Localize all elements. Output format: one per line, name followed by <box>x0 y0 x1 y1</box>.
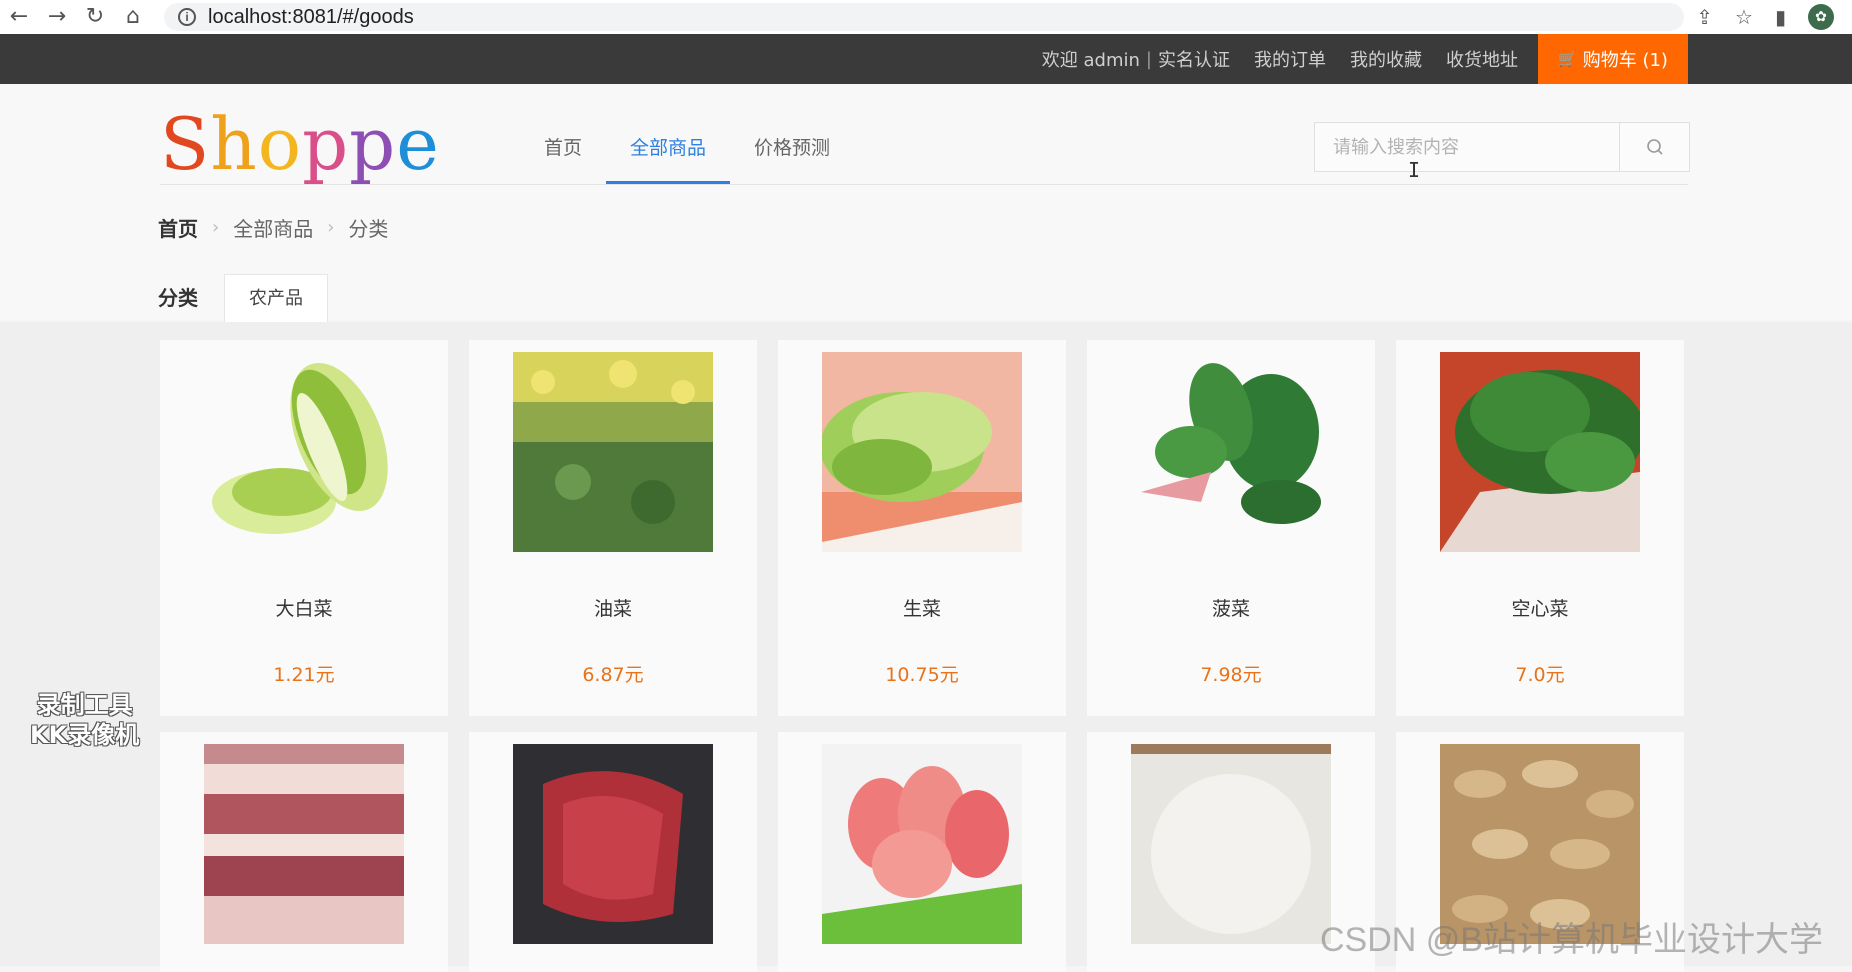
topbar-links: 欢迎 admin | 实名认证 我的订单 我的收藏 收货地址 <box>1042 34 1518 84</box>
recorder-watermark-line1: 录制工具 <box>36 691 133 719</box>
profile-avatar[interactable]: ✿ <box>1808 4 1834 30</box>
favorites-link[interactable]: 我的收藏 <box>1350 46 1422 72</box>
product-name[interactable]: 大白菜 <box>160 594 448 621</box>
share-icon[interactable]: ⇪ <box>1696 5 1713 29</box>
topbar-separator: | <box>1145 48 1152 70</box>
product-card[interactable]: 大白菜 1.21元 <box>160 340 448 716</box>
product-card[interactable]: 空心菜 7.0元 <box>1396 340 1684 716</box>
home-icon[interactable]: ⌂ <box>114 0 152 34</box>
product-name[interactable]: 菠菜 <box>1087 594 1375 621</box>
forward-icon[interactable]: → <box>38 0 76 34</box>
site-info-icon[interactable]: i <box>178 8 196 26</box>
product-image-sliced-lamb <box>822 744 1022 944</box>
category-label: 分类 <box>158 286 198 310</box>
cart-icon: 🛒 <box>1558 50 1577 68</box>
reload-icon[interactable]: ↻ <box>76 0 114 34</box>
shoppe-logo[interactable]: Shoppe <box>160 102 440 186</box>
side-panel-icon[interactable]: ▮ <box>1775 5 1786 29</box>
product-image-lettuce <box>822 352 1022 552</box>
product-card[interactable]: 油菜 6.87元 <box>469 340 757 716</box>
browser-toolbar: ← → ↻ ⌂ i localhost:8081/#/goods ⇪ ☆ ▮ ✿ <box>0 0 1852 34</box>
verify-link[interactable]: 实名认证 <box>1158 46 1230 72</box>
product-card[interactable] <box>160 732 448 972</box>
logo-letter: S <box>160 102 211 186</box>
nav-home[interactable]: 首页 <box>520 112 606 184</box>
orders-link[interactable]: 我的订单 <box>1254 46 1326 72</box>
product-price: 7.98元 <box>1200 664 1262 686</box>
category-filter: 分类 农产品 <box>158 274 328 322</box>
search-input[interactable] <box>1315 123 1619 171</box>
product-card[interactable] <box>469 732 757 972</box>
product-image-rapeseed-field <box>513 352 713 552</box>
product-name[interactable]: 生菜 <box>778 594 1066 621</box>
bookmark-star-icon[interactable]: ☆ <box>1735 5 1753 29</box>
csdn-watermark: CSDN @B站计算机毕业设计大学 <box>1320 921 1823 959</box>
search-icon <box>1646 139 1663 155</box>
product-image-pork-belly <box>204 744 404 944</box>
search-box <box>1314 122 1690 172</box>
product-card[interactable]: 生菜 10.75元 <box>778 340 1066 716</box>
address-link[interactable]: 收货地址 <box>1446 46 1518 72</box>
logo-letter: o <box>257 102 303 186</box>
category-chip-agricultural[interactable]: 农产品 <box>224 274 328 322</box>
chevron-right-icon: › <box>327 217 335 238</box>
logo-letter: p <box>302 102 350 186</box>
recorder-watermark-line2: KK录像机 <box>30 721 140 749</box>
main-nav: 首页 全部商品 价格预测 <box>520 112 854 184</box>
product-card[interactable] <box>778 732 1066 972</box>
header-divider <box>160 184 1688 185</box>
breadcrumb-category: 分类 <box>348 217 389 241</box>
text-cursor-icon: I <box>1408 158 1421 182</box>
product-price: 7.0元 <box>1515 664 1565 686</box>
product-name[interactable]: 空心菜 <box>1396 594 1684 621</box>
address-bar[interactable]: i localhost:8081/#/goods <box>164 3 1684 31</box>
nav-price-forecast[interactable]: 价格预测 <box>730 112 854 184</box>
browser-actions: ⇪ ☆ ▮ ✿ <box>1696 4 1852 30</box>
chevron-right-icon: › <box>212 217 220 238</box>
cart-button[interactable]: 🛒 购物车 (1) <box>1538 34 1688 84</box>
recorder-watermark: 录制工具 KK录像机 <box>30 690 139 750</box>
product-image-water-spinach <box>1440 352 1640 552</box>
product-card[interactable]: 菠菜 7.98元 <box>1087 340 1375 716</box>
breadcrumb-all-goods[interactable]: 全部商品 <box>233 213 313 242</box>
product-image-spinach <box>1131 352 1331 552</box>
back-icon[interactable]: ← <box>0 0 38 34</box>
search-button[interactable] <box>1619 123 1689 171</box>
cart-label: 购物车 (1) <box>1582 50 1668 71</box>
product-price: 10.75元 <box>885 664 959 686</box>
breadcrumb-home[interactable]: 首页 <box>158 213 198 242</box>
product-name[interactable]: 油菜 <box>469 594 757 621</box>
product-image-rice <box>1131 744 1331 944</box>
nav-all-goods[interactable]: 全部商品 <box>606 112 731 184</box>
product-price: 6.87元 <box>582 664 644 686</box>
logo-letter: p <box>349 102 397 186</box>
welcome-user-link[interactable]: 欢迎 admin <box>1042 46 1140 72</box>
address-url: localhost:8081/#/goods <box>208 5 414 28</box>
logo-letter: e <box>396 102 440 186</box>
product-grid: 大白菜 1.21元 油菜 6.87元 生菜 10.75元 菠菜 7.98元 空心… <box>0 322 1852 972</box>
breadcrumb: 首页 › 全部商品 › 分类 <box>158 213 388 242</box>
logo-letter: h <box>210 102 258 186</box>
product-image-napa-cabbage <box>204 352 404 552</box>
product-image-beef-steak <box>513 744 713 944</box>
product-price: 1.21元 <box>273 664 335 686</box>
